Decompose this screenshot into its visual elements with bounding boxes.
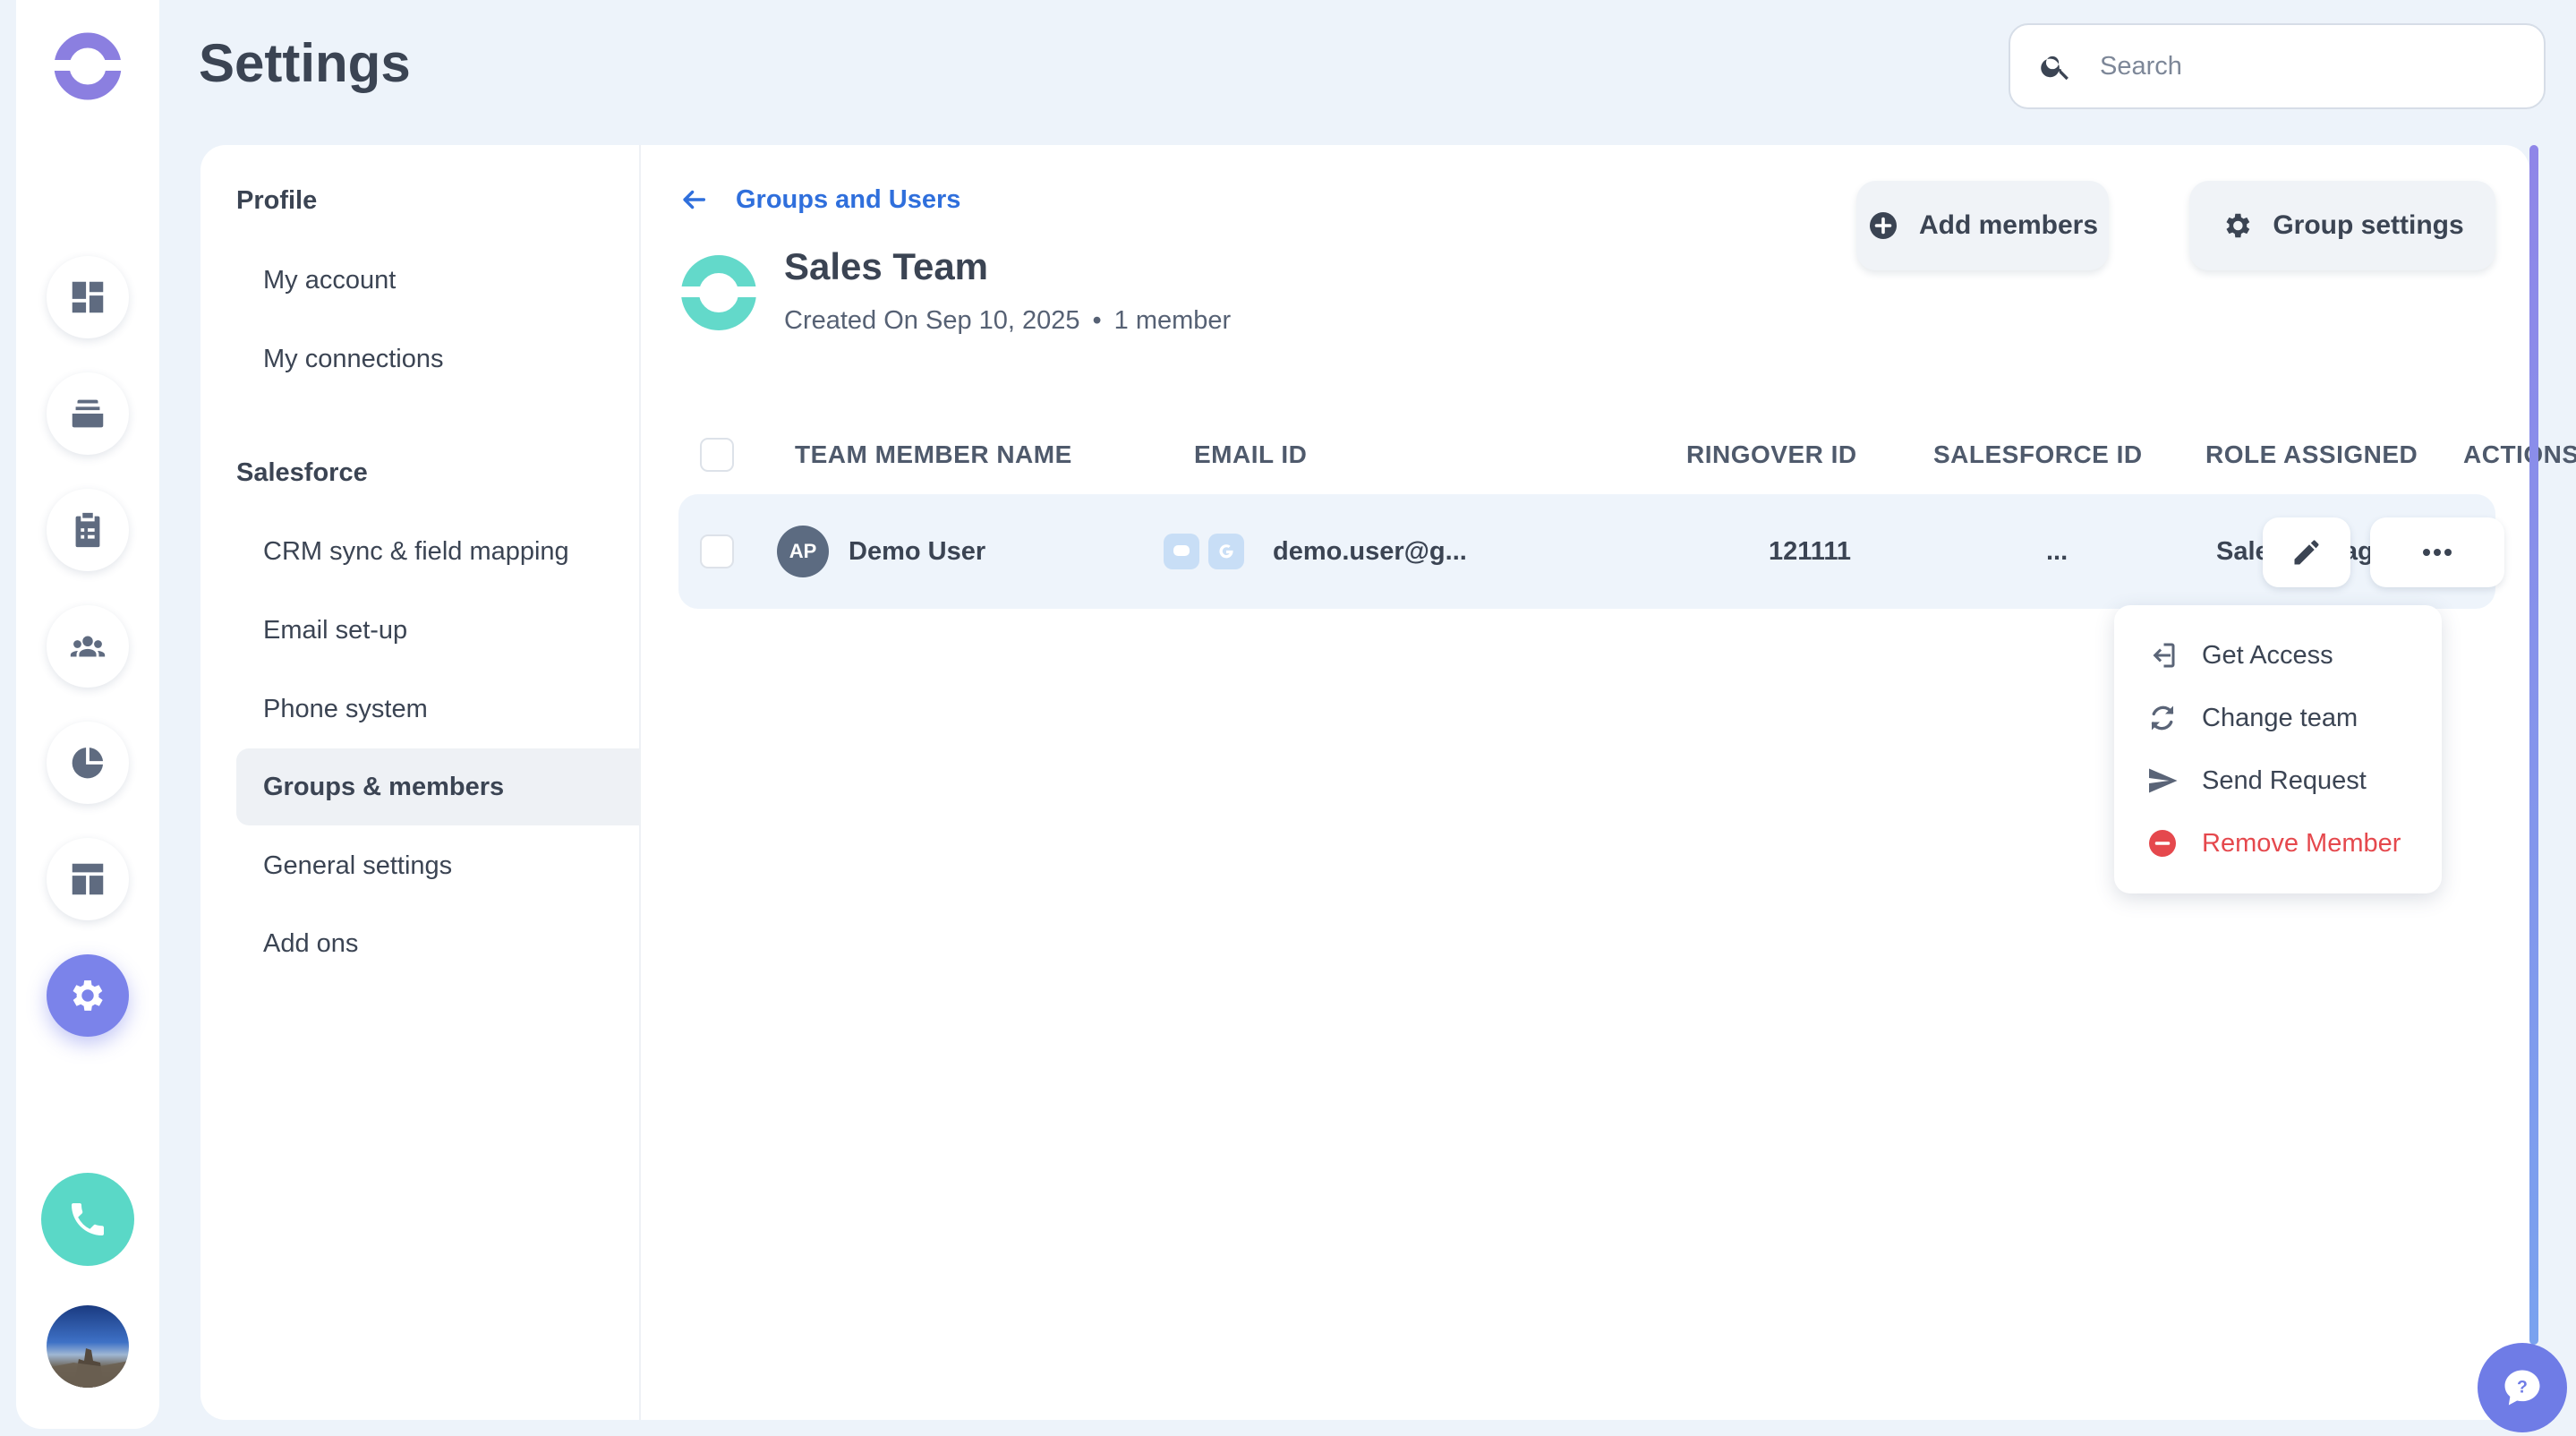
col-team-member-name[interactable]: TEAM MEMBER NAME xyxy=(795,419,1072,491)
nav-templates-button[interactable] xyxy=(47,838,129,920)
nav-item-phone-system[interactable]: Phone system xyxy=(236,671,641,748)
group-meta: Created On Sep 10, 2025 • 1 member xyxy=(784,306,1231,336)
settings-nav: Profile My account My connections Salesf… xyxy=(200,145,641,1420)
table-row[interactable]: AP Demo User demo.user@g... 121111 ... S… xyxy=(678,494,2504,609)
add-members-label: Add members xyxy=(1918,210,2099,240)
group-logo-icon xyxy=(678,255,759,330)
avatar-photo-icon xyxy=(47,1348,129,1388)
nav-team-button[interactable] xyxy=(47,605,129,688)
back-link-label: Groups and Users xyxy=(736,184,961,214)
menu-item-label: Remove Member xyxy=(2202,828,2401,858)
refresh-icon xyxy=(2151,705,2174,731)
arrow-left-icon xyxy=(683,190,706,209)
page-scrollbar[interactable] xyxy=(2529,145,2538,1345)
edit-member-button[interactable] xyxy=(2263,517,2350,587)
nav-item-email-setup[interactable]: Email set-up xyxy=(236,592,641,669)
group-created-date: Created On Sep 10, 2025 xyxy=(784,306,1080,335)
pie-chart-icon xyxy=(72,747,104,779)
add-members-button[interactable]: Add members xyxy=(1856,181,2109,270)
member-salesforce-id: ... xyxy=(2046,536,2068,566)
nav-dashboard-button[interactable] xyxy=(47,256,129,338)
nav-item-add-ons[interactable]: Add ons xyxy=(236,905,641,982)
nav-inbox-button[interactable] xyxy=(47,372,129,455)
nav-item-general-settings[interactable]: General settings xyxy=(236,827,641,904)
menu-item-label: Get Access xyxy=(2202,640,2333,670)
select-all-cell xyxy=(700,419,734,491)
menu-item-label: Change team xyxy=(2202,703,2358,732)
member-name-cell: AP Demo User xyxy=(777,494,985,609)
nav-item-groups-members[interactable]: Groups & members xyxy=(236,748,641,825)
back-to-groups-link[interactable]: Groups and Users xyxy=(678,184,960,215)
email-cell: demo.user@g... xyxy=(1164,494,1467,609)
member-actions-menu: Get Access Change team Send Request Remo… xyxy=(2114,605,2442,893)
menu-item-remove-member[interactable]: Remove Member xyxy=(2146,818,2401,868)
send-icon xyxy=(2149,768,2178,793)
avatar: AP xyxy=(777,526,829,577)
team-icon xyxy=(70,636,106,657)
more-horizontal-icon xyxy=(2423,549,2452,556)
chat-badge-icon xyxy=(1164,534,1199,569)
member-email: demo.user@g... xyxy=(1273,536,1467,566)
remove-circle-icon xyxy=(2149,830,2176,857)
row-select-cell xyxy=(700,494,734,609)
more-actions-button[interactable] xyxy=(2370,517,2504,587)
clipboard-icon xyxy=(75,512,100,548)
select-all-checkbox[interactable] xyxy=(700,438,734,472)
layout-icon xyxy=(72,863,104,895)
svg-text:?: ? xyxy=(2517,1378,2528,1398)
col-ringover-id[interactable]: RINGOVER ID xyxy=(1686,419,1857,491)
gear-icon xyxy=(2226,213,2250,238)
nav-tasks-button[interactable] xyxy=(47,489,129,571)
nav-settings-button[interactable] xyxy=(47,954,129,1037)
gear-icon xyxy=(73,980,103,1011)
group-settings-button[interactable]: Group settings xyxy=(2189,181,2495,270)
nav-section-salesforce: Salesforce xyxy=(236,458,368,487)
search-box[interactable] xyxy=(2009,23,2546,109)
brand-logo-icon[interactable] xyxy=(52,30,124,102)
user-avatar[interactable] xyxy=(47,1305,129,1388)
menu-item-change-team[interactable]: Change team xyxy=(2146,693,2358,743)
members-table-header: TEAM MEMBER NAME EMAIL ID RINGOVER ID SA… xyxy=(678,419,2576,491)
menu-item-send-request[interactable]: Send Request xyxy=(2146,756,2367,806)
help-chat-button[interactable]: ? xyxy=(2478,1343,2567,1432)
sign-in-icon xyxy=(2153,643,2175,668)
member-ringover-id: 121111 xyxy=(1769,536,1851,566)
member-name: Demo User xyxy=(849,536,986,566)
app-sidebar xyxy=(16,0,159,1429)
dialer-button[interactable] xyxy=(41,1173,134,1266)
col-email-id[interactable]: EMAIL ID xyxy=(1194,419,1307,491)
nav-reports-button[interactable] xyxy=(47,722,129,804)
col-actions: ACTIONS xyxy=(2463,440,2576,468)
search-input[interactable] xyxy=(2100,51,2529,81)
dashboard-icon xyxy=(72,281,104,313)
nav-section-profile: Profile xyxy=(236,186,318,215)
group-name: Sales Team xyxy=(784,245,989,287)
nav-item-my-account[interactable]: My account xyxy=(236,242,641,319)
menu-item-label: Send Request xyxy=(2202,765,2367,795)
nav-item-my-connections[interactable]: My connections xyxy=(236,321,641,397)
group-settings-label: Group settings xyxy=(2273,210,2464,240)
meta-separator: • xyxy=(1092,306,1102,335)
page-title: Settings xyxy=(199,33,411,93)
col-role-assigned[interactable]: ROLE ASSIGNED xyxy=(2205,419,2418,491)
inbox-stack-icon xyxy=(72,399,104,428)
search-icon xyxy=(2041,56,2068,81)
nav-item-crm-sync[interactable]: CRM sync & field mapping xyxy=(236,513,641,590)
menu-item-get-access[interactable]: Get Access xyxy=(2146,630,2333,680)
google-badge-icon xyxy=(1208,534,1244,569)
pencil-icon xyxy=(2294,540,2319,565)
row-checkbox[interactable] xyxy=(700,534,734,568)
phone-icon xyxy=(72,1203,104,1235)
col-salesforce-id[interactable]: SALESFORCE ID xyxy=(1933,419,2143,491)
help-chat-icon: ? xyxy=(2504,1370,2540,1406)
plus-circle-icon xyxy=(1869,212,1897,239)
group-member-count: 1 member xyxy=(1113,306,1232,335)
